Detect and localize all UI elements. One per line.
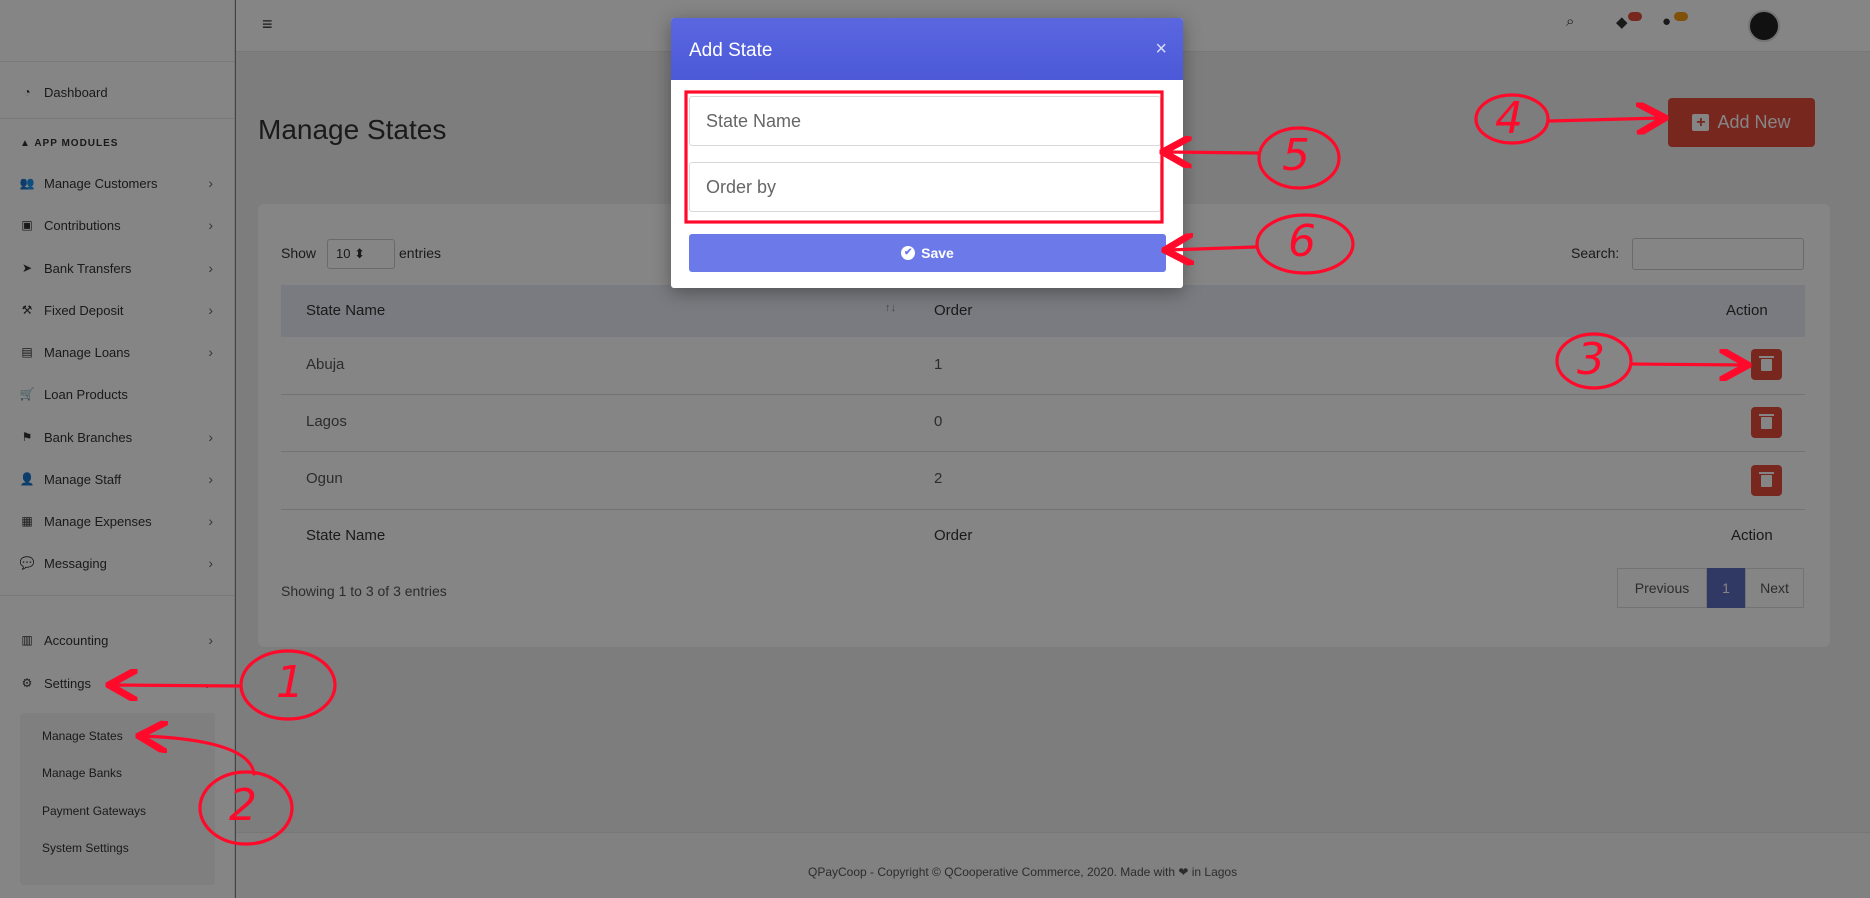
annotation-label-6: 6 — [1288, 216, 1316, 267]
annotation-label-1: 1 — [276, 657, 304, 708]
save-label: Save — [921, 245, 954, 261]
annotation-label-2: 2 — [229, 780, 257, 831]
check-circle-icon: ✔ — [901, 246, 916, 260]
modal-header: Add State × — [671, 18, 1183, 80]
save-button[interactable]: ✔ Save — [689, 234, 1166, 272]
state-name-input[interactable] — [689, 96, 1161, 146]
order-by-input[interactable] — [689, 162, 1161, 212]
add-state-modal: Add State × ✔ Save — [671, 18, 1183, 288]
annotation-label-4: 4 — [1495, 93, 1523, 144]
modal-title: Add State — [689, 40, 773, 61]
close-button[interactable]: × — [1155, 38, 1167, 61]
annotation-label-3: 3 — [1577, 334, 1605, 385]
annotation-label-5: 5 — [1282, 130, 1310, 181]
